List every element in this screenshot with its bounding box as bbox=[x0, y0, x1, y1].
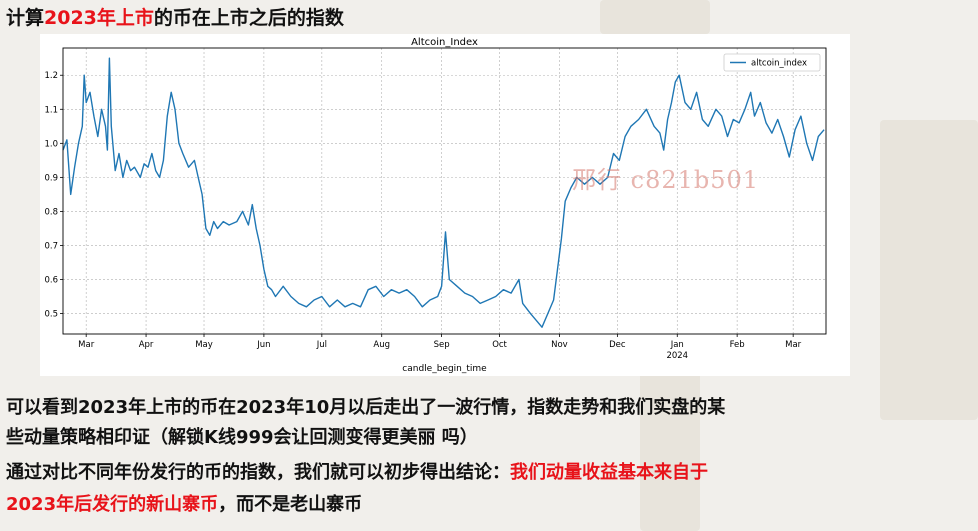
y-tick-label: 1.1 bbox=[44, 105, 58, 115]
x-tick-label: Nov bbox=[551, 340, 568, 350]
x-tick-label: Aug bbox=[373, 340, 390, 350]
x-tick-sublabel: 2024 bbox=[666, 351, 688, 361]
x-tick-label: Jul bbox=[316, 340, 327, 350]
y-tick-label: 1.0 bbox=[44, 139, 58, 149]
x-tick-label: Mar bbox=[78, 340, 95, 350]
x-tick-label: Apr bbox=[139, 340, 154, 350]
y-tick-label: 1.2 bbox=[44, 71, 58, 81]
x-tick-label: Feb bbox=[730, 340, 745, 350]
title-prefix: 计算 bbox=[6, 7, 45, 29]
paragraph-line-4: 2023年后发行的新山寨币，而不是老山寨币 bbox=[6, 490, 362, 520]
x-tick-label: Oct bbox=[492, 340, 507, 350]
conclusion-highlight: 我们动量收益基本来自于 bbox=[510, 462, 708, 483]
y-tick-label: 0.7 bbox=[44, 241, 58, 251]
y-tick-label: 0.8 bbox=[44, 207, 58, 217]
background-mark bbox=[880, 120, 978, 420]
y-tick-label: 0.6 bbox=[44, 276, 58, 286]
x-tick-label: Mar bbox=[785, 340, 802, 350]
title-suffix: 的币在上市之后的指数 bbox=[153, 7, 344, 29]
title-highlight: 2023年上市 bbox=[44, 7, 154, 29]
conclusion-intro: 通过对比不同年份发行的币的指数，我们就可以初步得出结论： bbox=[6, 462, 510, 483]
legend-label: altcoin_index bbox=[751, 59, 807, 69]
altcoin-index-chart: Altcoin_Index 0.5 0.6 0.7 0.8 0.9 1.0 1.1 1.2 Mar… bbox=[44, 37, 827, 374]
background-mark bbox=[600, 0, 710, 34]
watermark: 邢行 c821b501 bbox=[572, 166, 760, 194]
conclusion-ending: ，而不是老山寨币 bbox=[218, 494, 363, 515]
chart-panel: Altcoin_Index 0.5 0.6 0.7 0.8 0.9 1.0 1.1 1.2 Mar… bbox=[40, 34, 850, 376]
paragraph-line-2: 些动量策略相印证（解锁K线999会让回测变得更美丽 吗） bbox=[6, 427, 478, 448]
page-title: 计算2023年上市的币在上市之后的指数 bbox=[6, 5, 344, 31]
conclusion-highlight-2: 2023年后发行的新山寨币 bbox=[6, 494, 219, 515]
x-tick-label: Dec bbox=[609, 340, 626, 350]
x-tick-label: May bbox=[195, 340, 213, 350]
x-tick-label: Sep bbox=[434, 340, 450, 350]
x-tick-label: Jun bbox=[256, 340, 270, 350]
x-tick-label: Jan bbox=[670, 340, 684, 350]
paragraph-line-3: 通过对比不同年份发行的币的指数，我们就可以初步得出结论：我们动量收益基本来自于 bbox=[6, 458, 708, 488]
y-tick-label: 0.9 bbox=[44, 173, 58, 183]
x-axis-label: candle_begin_time bbox=[402, 364, 487, 374]
chart-title: Altcoin_Index bbox=[411, 37, 478, 48]
y-tick-label: 0.5 bbox=[44, 310, 58, 320]
paragraph-line-1: 可以看到2023年上市的币在2023年10月以后走出了一波行情，指数走势和我们实… bbox=[6, 397, 726, 418]
